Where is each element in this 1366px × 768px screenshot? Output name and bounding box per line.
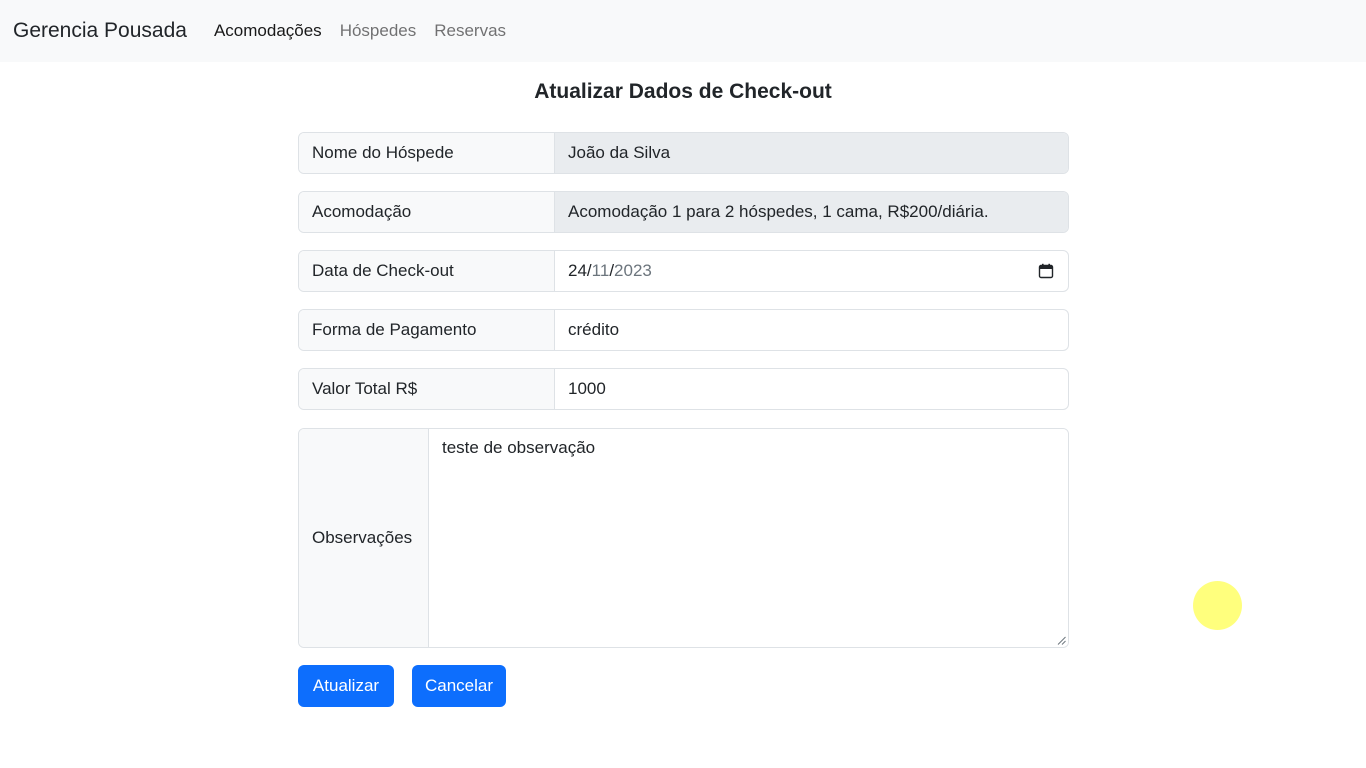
total-input[interactable]: 1000 [555, 369, 1068, 409]
update-button[interactable]: Atualizar [298, 665, 394, 707]
payment-group: Forma de Pagamento crédito [298, 309, 1069, 351]
notes-text: teste de observação [442, 438, 596, 457]
notes-textarea[interactable]: teste de observação [429, 429, 1068, 647]
total-group: Valor Total R$ 1000 [298, 368, 1069, 410]
accommodation-group: Acomodação Acomodação 1 para 2 hóspedes,… [298, 191, 1069, 233]
notes-group: Observações teste de observação [298, 428, 1069, 648]
payment-input[interactable]: crédito [555, 310, 1068, 350]
nav-link-reservas[interactable]: Reservas [434, 21, 506, 41]
cancel-button[interactable]: Cancelar [412, 665, 506, 707]
nav-link-acomodacoes[interactable]: Acomodações [214, 21, 322, 41]
checkout-date-group: Data de Check-out 24/11/2023 [298, 250, 1069, 292]
page-title: Atualizar Dados de Check-out [534, 80, 832, 103]
accommodation-field[interactable]: Acomodação 1 para 2 hóspedes, 1 cama, R$… [555, 192, 1068, 232]
total-label: Valor Total R$ [299, 369, 555, 409]
nav-link-hospedes[interactable]: Hóspedes [340, 21, 417, 41]
guest-name-label: Nome do Hóspede [299, 133, 555, 173]
guest-name-field[interactable]: João da Silva [555, 133, 1068, 173]
calendar-icon[interactable] [1038, 263, 1054, 279]
cursor-highlight [1193, 581, 1242, 630]
checkout-date-input[interactable]: 24/11/2023 [555, 251, 1068, 291]
brand-link[interactable]: Gerencia Pousada [13, 19, 187, 43]
payment-label: Forma de Pagamento [299, 310, 555, 350]
date-month[interactable]: 11 [592, 261, 610, 281]
date-day[interactable]: 24 [568, 261, 587, 281]
date-year[interactable]: 2023 [614, 261, 652, 281]
checkout-date-label: Data de Check-out [299, 251, 555, 291]
notes-label: Observações [299, 429, 429, 647]
navbar: Gerencia Pousada Acomodações Hóspedes Re… [0, 0, 1366, 62]
guest-name-group: Nome do Hóspede João da Silva [298, 132, 1069, 174]
accommodation-label: Acomodação [299, 192, 555, 232]
resize-grip-icon[interactable] [1057, 636, 1066, 645]
